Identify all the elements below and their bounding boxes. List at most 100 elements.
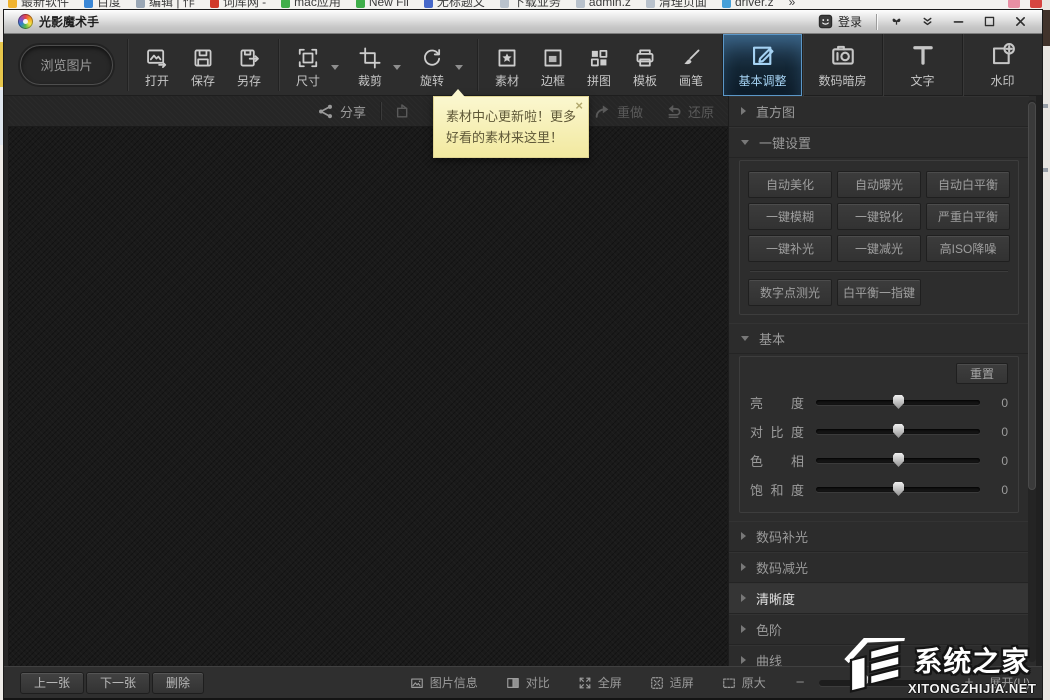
toolbar-button-border[interactable]: 边框 [532,47,574,89]
saturation-value: 0 [992,483,1008,497]
toolbar-button-save[interactable]: 保存 [182,47,224,89]
bookmark-editor[interactable]: 编辑 | 作 [136,0,195,10]
toolbar-button-open[interactable]: 打开 [136,47,178,89]
bookmark-label: 最新软件 [21,0,69,10]
bookmark-label: 下载业务 [513,0,561,10]
browser-close-icon[interactable] [1030,0,1042,8]
one-key-dim-light-button[interactable]: 一键减光 [837,235,921,262]
zoom-slider[interactable] [819,680,951,686]
close-button[interactable] [1005,10,1036,33]
fullscreen-button[interactable]: 全屏 [578,674,622,691]
bookmark-mac-apps[interactable]: mac应用 [281,0,341,10]
tab-text[interactable]: 文字 [882,34,962,96]
dropdown-arrow-icon[interactable] [393,65,401,70]
bookmark-new-fil[interactable]: New Fil [356,0,409,10]
toolbar-button-brush[interactable]: 画笔 [670,47,712,89]
redo-button[interactable]: 重做 [594,102,643,121]
toolbar-button-rotate[interactable]: 旋转 [411,47,453,89]
toolbar-button-resize[interactable]: 尺寸 [287,47,329,89]
next-image-button[interactable]: 下一张 [86,672,150,694]
zoom-in-button[interactable]: + [965,675,974,690]
dropdown-arrow-icon[interactable] [331,65,339,70]
dropdown-arrow-icon[interactable] [455,65,463,70]
bookmark-latest-software[interactable]: 最新软件 [8,0,69,10]
maximize-button[interactable] [974,10,1005,33]
section-digital-fill-light[interactable]: 数码补光 [729,521,1029,552]
minimize-button[interactable] [943,10,974,33]
toolbar-button-material[interactable]: 素材 [486,47,528,89]
panel-scrollbar[interactable] [1028,100,1036,662]
menu-button[interactable] [912,10,943,33]
section-basic[interactable]: 基本 [729,323,1029,354]
image-info-button[interactable]: 图片信息 [410,674,478,691]
saturation-slider-thumb[interactable] [893,482,904,496]
undo-button[interactable] [395,103,412,120]
white-balance-one-key-button[interactable]: 白平衡一指键 [837,279,921,306]
actual-size-button[interactable]: 原大 [722,674,766,691]
scrollbar-thumb[interactable] [1028,102,1036,490]
auto-white-balance-button[interactable]: 自动白平衡 [926,171,1010,198]
bookmark-driver-z[interactable]: driver.z [722,0,774,10]
main-toolbar: 浏览图片 打开保存另存 尺寸裁剪旋转 素材边框拼图模板画笔 基本调整数码暗房文字… [4,34,1042,96]
bookmark-baidu[interactable]: 百度 [84,0,121,10]
triangle-right-icon [741,625,746,633]
bookmark-download-biz[interactable]: 下载业务 [500,0,561,10]
bookmark-label: 无标题文 [437,0,485,10]
bookmark-cikuwang[interactable]: 词库网 - [210,0,266,10]
brightness-slider[interactable] [816,400,980,405]
bookmark-untitled-doc[interactable]: 无标题文 [424,0,485,10]
toolbar-button-collage[interactable]: 拼图 [578,47,620,89]
fit-screen-button[interactable]: 适屏 [650,674,694,691]
section-clarity[interactable]: 清晰度 [729,583,1029,614]
contrast-slider[interactable] [816,429,980,434]
template-icon [634,47,656,69]
toolbar-button-save-as[interactable]: 另存 [228,47,270,89]
delete-image-button[interactable]: 删除 [152,672,204,694]
hue-slider-thumb[interactable] [893,453,904,467]
tooltip-close-icon[interactable]: × [575,99,583,112]
one-key-sharpen-button[interactable]: 一键锐化 [837,203,921,230]
tab-watermark[interactable]: 水印 [962,34,1042,96]
bookmark-label: 清理页面 [659,0,707,10]
bookmark-admin-z[interactable]: admin.z [576,0,631,10]
section-digital-dim-light[interactable]: 数码减光 [729,552,1029,583]
section-histogram[interactable]: 直方图 [729,96,1029,127]
bookmark-label: admin.z [589,0,631,10]
one-key-blur-button[interactable]: 一键模糊 [748,203,832,230]
browser-gift-icon[interactable] [1008,0,1020,8]
restore-button[interactable]: 还原 [665,102,714,121]
brightness-slider-thumb[interactable] [893,395,904,409]
bookmark-cleanup-page[interactable]: 清理页面 [646,0,707,10]
previous-image-button[interactable]: 上一张 [20,672,84,694]
browse-images-button[interactable]: 浏览图片 [20,45,113,85]
auto-enhance-button[interactable]: 自动美化 [748,171,832,198]
wmin-icon [952,15,965,28]
hue-slider[interactable] [816,458,980,463]
contrast-slider-thumb[interactable] [893,424,904,438]
share-button[interactable]: 分享 [317,102,366,121]
section-curves[interactable]: 曲线 [729,645,1029,666]
bookmark-label: mac应用 [294,0,341,10]
zoom-slider-thumb[interactable] [857,675,868,689]
tab-basic-adjust[interactable]: 基本调整 [722,34,802,96]
tab-digital-darkroom[interactable]: 数码暗房 [802,34,882,96]
section-levels[interactable]: 色阶 [729,614,1029,645]
toolbar-button-crop[interactable]: 裁剪 [349,47,391,89]
severe-white-balance-button[interactable]: 严重白平衡 [926,203,1010,230]
zoom-out-button[interactable]: − [796,675,805,690]
bookmark-overflow[interactable]: » [789,0,796,10]
login-button[interactable]: 登录 [808,10,872,33]
image-canvas[interactable] [8,127,728,666]
auto-exposure-button[interactable]: 自动曝光 [837,171,921,198]
digital-spot-metering-button[interactable]: 数字点测光 [748,279,832,306]
fitscr-icon [650,676,664,690]
reset-button[interactable]: 重置 [956,363,1008,384]
toolbar-button-template[interactable]: 模板 [624,47,666,89]
expand-button[interactable]: 展开(U) [989,674,1030,691]
section-one-key-settings[interactable]: 一键设置 [729,127,1029,158]
saturation-slider[interactable] [816,487,980,492]
compare-button[interactable]: 对比 [506,674,550,691]
one-key-fill-light-button[interactable]: 一键补光 [748,235,832,262]
skin-button[interactable] [881,10,912,33]
high-iso-denoise-button[interactable]: 高ISO降噪 [926,235,1010,262]
